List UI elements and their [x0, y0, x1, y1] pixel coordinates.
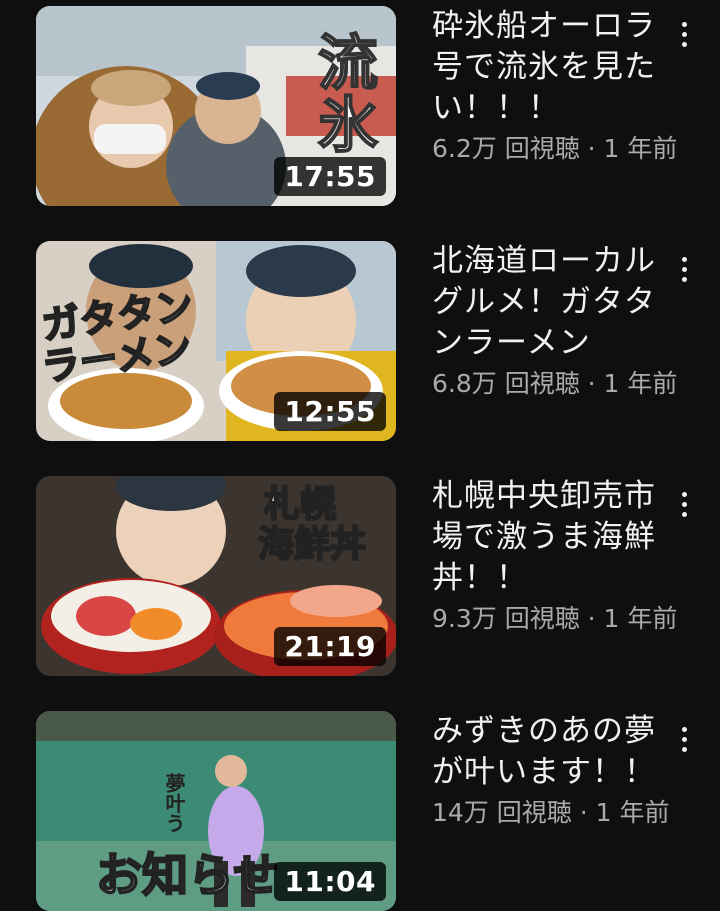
- video-meta: 14万 回視聴 · 1 年前: [432, 798, 670, 827]
- thumbnail-overlay-text: 流: [318, 29, 378, 99]
- duration-badge: 12:55: [274, 392, 386, 431]
- video-item[interactable]: 札幌 海鮮丼 21:19 札幌中央卸売市場で激うま海鮮丼！！ 9.3万 回視聴 …: [0, 476, 720, 676]
- thumbnail-overlay-text: 海鮮丼: [258, 524, 366, 565]
- thumbnail-overlay-text: 札幌: [264, 484, 336, 525]
- video-info[interactable]: 北海道ローカルグルメ！ガタタンラーメン 6.8万 回視聴 · 1 年前: [432, 241, 677, 400]
- thumbnail-overlay-text: 夢叶う: [162, 772, 186, 833]
- video-thumbnail[interactable]: 夢叶う お知らせ 11:04: [36, 711, 396, 911]
- video-meta: 6.2万 回視聴 · 1 年前: [432, 134, 678, 163]
- video-title[interactable]: 北海道ローカルグルメ！ガタタンラーメン: [432, 241, 672, 364]
- more-vert-icon[interactable]: [672, 719, 696, 759]
- video-info[interactable]: 砕氷船オーロラ号で流氷を見たい！！！ 6.2万 回視聴 · 1 年前: [432, 6, 677, 165]
- more-vert-icon[interactable]: [672, 14, 696, 54]
- video-thumbnail[interactable]: 札幌 海鮮丼 21:19: [36, 476, 396, 676]
- video-title[interactable]: 札幌中央卸売市場で激うま海鮮丼！！: [432, 476, 672, 599]
- video-item[interactable]: 流 氷 17:55 砕氷船オーロラ号で流氷を見たい！！！ 6.2万 回視聴 · …: [0, 6, 720, 206]
- video-list: 流 氷 17:55 砕氷船オーロラ号で流氷を見たい！！！ 6.2万 回視聴 · …: [0, 0, 720, 911]
- video-info[interactable]: 札幌中央卸売市場で激うま海鮮丼！！ 9.3万 回視聴 · 1 年前: [432, 476, 677, 635]
- more-vert-icon[interactable]: [672, 484, 696, 524]
- video-info[interactable]: みずきのあの夢が叶います！！ 14万 回視聴 · 1 年前: [432, 711, 672, 829]
- video-item[interactable]: ガタタン ラーメン 12:55 北海道ローカルグルメ！ガタタンラーメン 6.8万…: [0, 241, 720, 441]
- thumbnail-overlay-text: お知らせ: [96, 848, 279, 902]
- video-meta: 6.8万 回視聴 · 1 年前: [432, 369, 678, 398]
- more-vert-icon[interactable]: [672, 249, 696, 289]
- video-thumbnail[interactable]: ガタタン ラーメン 12:55: [36, 241, 396, 441]
- thumbnail-overlay-text: 氷: [318, 91, 378, 161]
- video-title[interactable]: みずきのあの夢が叶います！！: [432, 711, 672, 793]
- video-title[interactable]: 砕氷船オーロラ号で流氷を見たい！！！: [432, 6, 672, 129]
- video-meta: 9.3万 回視聴 · 1 年前: [432, 604, 678, 633]
- duration-badge: 21:19: [274, 627, 386, 666]
- duration-badge: 11:04: [274, 862, 386, 901]
- video-item[interactable]: 夢叶う お知らせ 11:04 みずきのあの夢が叶います！！ 14万 回視聴 · …: [0, 711, 720, 911]
- duration-badge: 17:55: [274, 157, 386, 196]
- video-thumbnail[interactable]: 流 氷 17:55: [36, 6, 396, 206]
